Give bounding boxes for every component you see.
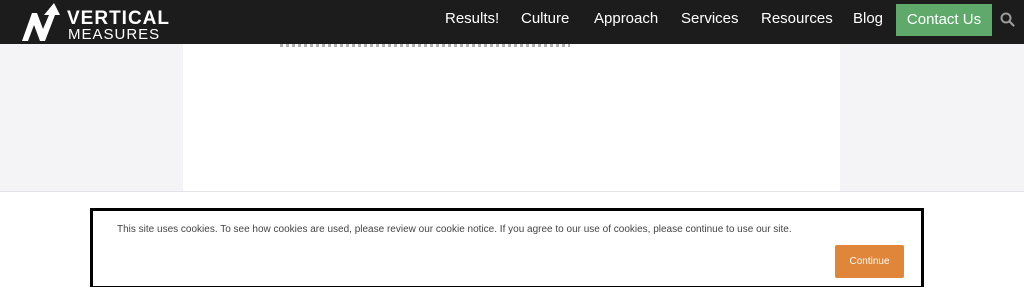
nav-item-resources[interactable]: Resources: [761, 0, 833, 38]
clipped-text-line: [280, 44, 570, 47]
site-header: VERTICAL MEASURES Results! Culture Appro…: [0, 0, 1024, 44]
nav-item-blog[interactable]: Blog: [853, 0, 883, 38]
logo-text-measures: MEASURES: [68, 26, 161, 43]
continue-button[interactable]: Continue: [835, 245, 904, 278]
page: VERTICAL MEASURES Results! Culture Appro…: [0, 0, 1024, 287]
search-icon[interactable]: [1000, 12, 1015, 27]
nav-item-culture[interactable]: Culture: [521, 0, 569, 38]
site-logo[interactable]: VERTICAL MEASURES: [20, 3, 170, 43]
cookie-message: This site uses cookies. To see how cooki…: [117, 224, 792, 235]
nav-item-approach[interactable]: Approach: [594, 0, 658, 38]
nav-item-services[interactable]: Services: [681, 0, 739, 38]
contact-us-button[interactable]: Contact Us: [896, 4, 992, 36]
logo-mark-icon: [22, 3, 60, 41]
cookie-banner: This site uses cookies. To see how cooki…: [90, 208, 924, 287]
content-card: [183, 44, 840, 194]
nav-item-results[interactable]: Results!: [445, 0, 499, 38]
